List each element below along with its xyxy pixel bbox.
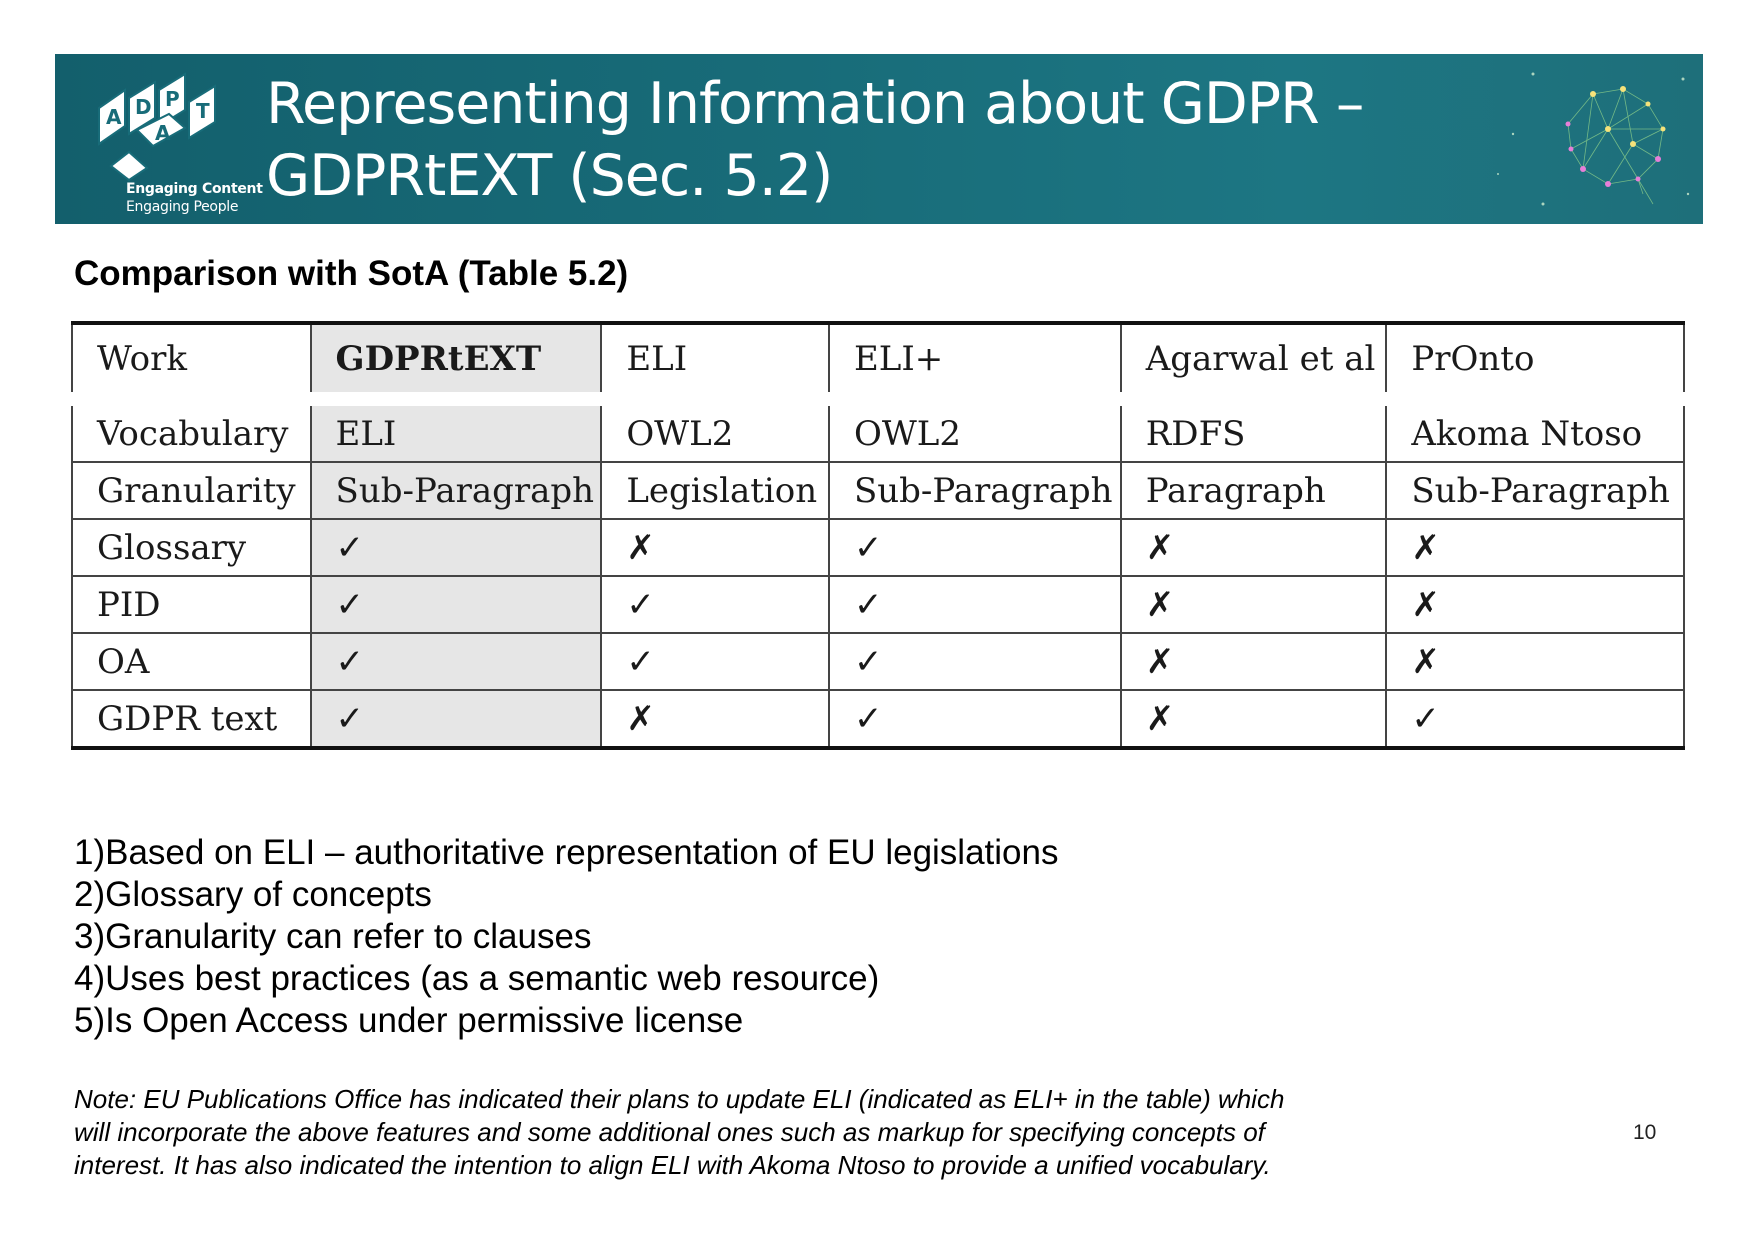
slide-title-line-2: GDPRtEXT (Sec. 5.2) — [266, 143, 833, 209]
table-cell: ✗ — [1119, 633, 1387, 691]
column-header: PrOnto — [1385, 321, 1685, 401]
table-cell: ✓ — [827, 633, 1121, 691]
row-label: OA — [71, 633, 311, 691]
table-cell: ✓ — [309, 576, 602, 634]
table-header-row: Work GDPRtEXT ELI ELI+ Agarwal et al PrO… — [71, 321, 1685, 401]
list-item: 2)Glossary of concepts — [74, 875, 432, 914]
column-header: Work — [71, 321, 311, 401]
table-cell: Sub-Paragraph — [827, 462, 1121, 520]
column-header: ELI+ — [827, 321, 1121, 401]
list-item: 1)Based on ELI – authoritative represent… — [74, 833, 1059, 872]
list-item: 5)Is Open Access under permissive licens… — [74, 1001, 744, 1040]
table-cell: Sub-Paragraph — [1385, 462, 1685, 520]
row-label: GDPR text — [71, 690, 311, 750]
comparison-table: Work GDPRtEXT ELI ELI+ Agarwal et al PrO… — [71, 321, 1685, 750]
footnote: Note: EU Publications Office has indicat… — [74, 1084, 1285, 1180]
table-cell: ELI — [309, 392, 602, 463]
table-cell: ✗ — [1385, 633, 1685, 691]
table-cell: ✗ — [1119, 690, 1387, 750]
table-cell: Legislation — [600, 462, 829, 520]
row-label: Glossary — [71, 519, 311, 577]
table-cell: Sub-Paragraph — [309, 462, 602, 520]
table-cell: ✗ — [600, 519, 829, 577]
table-cell: ✓ — [309, 633, 602, 691]
table-cell: ✓ — [600, 576, 829, 634]
section-heading: Comparison with SotA (Table 5.2) — [74, 254, 629, 293]
svg-text:D: D — [135, 95, 152, 119]
row-label: Vocabulary — [71, 392, 311, 463]
table-cell: Akoma Ntoso — [1385, 392, 1685, 463]
table-row: PID ✓ ✓ ✓ ✗ ✗ — [71, 576, 1685, 634]
column-header-highlighted: GDPRtEXT — [309, 321, 602, 401]
table-cell: RDFS — [1119, 392, 1387, 463]
header-banner: A D P A T Engaging Content Engaging Peop… — [55, 54, 1703, 224]
row-label: PID — [71, 576, 311, 634]
table-row: OA ✓ ✓ ✓ ✗ ✗ — [71, 633, 1685, 691]
comparison-table-container: Work GDPRtEXT ELI ELI+ Agarwal et al PrO… — [71, 321, 1685, 750]
svg-text:A: A — [106, 105, 122, 129]
table-row: GDPR text ✓ ✗ ✓ ✗ ✓ — [71, 690, 1685, 750]
table-cell: ✓ — [309, 519, 602, 577]
numbered-points: 1)Based on ELI – authoritative represent… — [74, 832, 1058, 1042]
list-item: 4)Uses best practices (as a semantic web… — [74, 959, 880, 998]
table-row: Granularity Sub-Paragraph Legislation Su… — [71, 462, 1685, 520]
table-cell: ✓ — [600, 633, 829, 691]
table-cell: ✓ — [827, 519, 1121, 577]
table-cell: ✓ — [827, 576, 1121, 634]
table-cell: ✓ — [1385, 690, 1685, 750]
row-label: Granularity — [71, 462, 311, 520]
svg-text:A: A — [155, 121, 171, 145]
slide-title-line-1: Representing Information about GDPR – — [266, 71, 1364, 137]
table-cell: OWL2 — [827, 392, 1121, 463]
list-item: 3)Granularity can refer to clauses — [74, 917, 592, 956]
brain-network-graphic — [1497, 72, 1690, 206]
page-number: 10 — [1633, 1121, 1657, 1144]
table-cell: ✗ — [600, 690, 829, 750]
table-cell: ✗ — [1119, 576, 1387, 634]
table-cell: OWL2 — [600, 392, 829, 463]
logo-tagline-2: Engaging People — [126, 199, 239, 215]
table-row: Glossary ✓ ✗ ✓ ✗ ✗ — [71, 519, 1685, 577]
column-header: Agarwal et al — [1119, 321, 1387, 401]
table-cell: ✗ — [1119, 519, 1387, 577]
svg-text:T: T — [196, 99, 210, 123]
table-cell: ✗ — [1385, 519, 1685, 577]
logo-tagline-1: Engaging Content — [126, 181, 263, 197]
svg-text:P: P — [165, 87, 180, 111]
column-header: ELI — [600, 321, 829, 401]
table-cell: Paragraph — [1119, 462, 1387, 520]
table-cell: ✗ — [1385, 576, 1685, 634]
table-row: Vocabulary ELI OWL2 OWL2 RDFS Akoma Ntos… — [71, 392, 1685, 463]
table-cell: ✓ — [309, 690, 602, 750]
slide-title: Representing Information about GDPR – GD… — [266, 68, 1416, 212]
table-cell: ✓ — [827, 690, 1121, 750]
